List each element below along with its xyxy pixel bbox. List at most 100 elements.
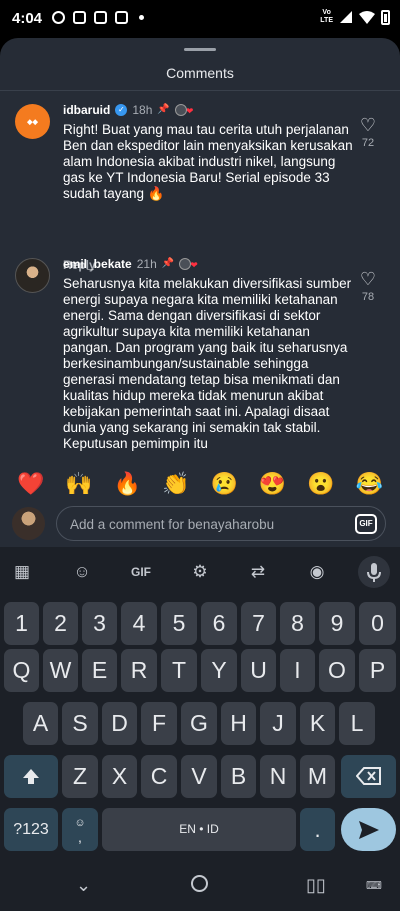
key-6[interactable]: 6 — [201, 602, 237, 645]
avatar[interactable]: ◆◆ — [15, 104, 50, 139]
signal-icon — [340, 11, 352, 23]
theme-palette-icon[interactable]: ◉ — [305, 560, 329, 584]
send-arrow-icon — [358, 821, 379, 839]
key-v[interactable]: V — [181, 755, 217, 798]
key-d[interactable]: D — [102, 702, 137, 745]
home-button[interactable] — [191, 875, 208, 892]
key-5[interactable]: 5 — [161, 602, 197, 645]
key-a[interactable]: A — [23, 702, 58, 745]
key-u[interactable]: U — [241, 649, 276, 692]
emoji-crying[interactable]: 😢 — [210, 471, 237, 497]
header-divider — [0, 90, 400, 91]
battery-icon — [381, 9, 390, 25]
key-q[interactable]: Q — [4, 649, 39, 692]
drag-handle[interactable] — [184, 48, 216, 51]
comment-text: Seharusnya kita melakukan diversifikasi … — [63, 276, 352, 451]
key-o[interactable]: O — [319, 649, 355, 692]
key-y[interactable]: Y — [201, 649, 237, 692]
emoji-raising-hands[interactable]: 🙌 — [65, 471, 92, 497]
like-button[interactable]: ♡ 78 — [356, 270, 380, 303]
comment-header: idbaruid ✓ 18h 📌 ❤ — [63, 102, 193, 117]
pin-icon: 📌 — [157, 104, 170, 115]
keyboard-switcher-icon[interactable]: ⌨ — [366, 879, 382, 892]
key-i[interactable]: I — [280, 649, 315, 692]
key-l[interactable]: L — [339, 702, 375, 745]
emoji-comma-key[interactable]: ☺ , — [62, 808, 98, 851]
emoji-fire[interactable]: 🔥 — [114, 471, 141, 497]
key-8[interactable]: 8 — [280, 602, 315, 645]
emoji-clapping[interactable]: 👏 — [162, 471, 189, 497]
key-9[interactable]: 9 — [319, 602, 355, 645]
recents-button[interactable]: ▯▯ — [306, 875, 326, 896]
avatar[interactable] — [15, 258, 50, 293]
apps-grid-icon[interactable]: ▦ — [10, 560, 34, 584]
key-3[interactable]: 3 — [82, 602, 117, 645]
key-e[interactable]: E — [82, 649, 117, 692]
status-time: 4:04 — [12, 10, 43, 27]
key-t[interactable]: T — [161, 649, 197, 692]
period-key[interactable]: . — [300, 808, 335, 851]
comment-time: 21h — [136, 256, 157, 271]
key-c[interactable]: C — [141, 755, 177, 798]
emoji-laughing[interactable]: 😂 — [356, 471, 383, 497]
comment-input[interactable]: Add a comment for benayaharobu GIF — [56, 506, 386, 541]
emoji-heart-eyes[interactable]: 😍 — [259, 471, 286, 497]
key-n[interactable]: N — [260, 755, 296, 798]
send-key[interactable] — [341, 808, 396, 851]
voice-input-button[interactable] — [358, 556, 390, 588]
key-r[interactable]: R — [121, 649, 157, 692]
key-p[interactable]: P — [359, 649, 396, 692]
gif-button[interactable]: GIF — [355, 514, 377, 534]
key-1[interactable]: 1 — [4, 602, 39, 645]
like-button[interactable]: ♡ 72 — [356, 116, 380, 149]
creator-avatar-icon — [174, 103, 187, 116]
heart-outline-icon: ♡ — [359, 115, 377, 135]
hide-keyboard-icon[interactable]: ⌄ — [76, 875, 91, 896]
quick-emoji-bar: ❤️ 🙌 🔥 👏 😢 😍 😮 😂 — [0, 471, 400, 497]
comment-username[interactable]: emil_bekate — [63, 257, 132, 271]
navigation-bar: ⌄ ▯▯ ⌨ — [0, 859, 400, 911]
key-0[interactable]: 0 — [359, 602, 396, 645]
sheet-title: Comments — [166, 65, 234, 81]
keyboard: ▦ ☺ GIF ⚙ ⇄ ◉ 1 2 3 4 5 6 7 8 9 0 Q W E … — [0, 547, 400, 859]
key-2[interactable]: 2 — [43, 602, 78, 645]
settings-gear-icon[interactable]: ⚙ — [188, 560, 212, 584]
key-k[interactable]: K — [300, 702, 335, 745]
creator-liked-heart-icon: ❤ — [185, 106, 194, 116]
key-z[interactable]: Z — [62, 755, 98, 798]
key-s[interactable]: S — [62, 702, 98, 745]
shift-key[interactable] — [4, 755, 58, 798]
key-h[interactable]: H — [221, 702, 256, 745]
space-bar[interactable]: EN • ID — [102, 808, 296, 851]
translate-icon[interactable]: ⇄ — [246, 560, 270, 584]
key-f[interactable]: F — [141, 702, 177, 745]
key-x[interactable]: X — [102, 755, 137, 798]
comment-header: emil_bekate 21h 📌 ❤ — [63, 256, 198, 271]
comments-sheet: Comments ◆◆ idbaruid ✓ 18h 📌 ❤ Right! Bu… — [0, 38, 400, 547]
creator-liked-heart-icon: ❤ — [190, 260, 198, 270]
creator-avatar-icon — [179, 257, 192, 270]
emoji-surprised[interactable]: 😮 — [307, 471, 334, 497]
symbols-key[interactable]: ?123 — [4, 808, 58, 851]
key-4[interactable]: 4 — [121, 602, 157, 645]
sticker-icon[interactable]: ☺ — [70, 560, 94, 584]
pin-icon: 📌 — [161, 258, 175, 269]
backspace-key[interactable] — [341, 755, 396, 798]
verified-badge-icon: ✓ — [115, 103, 128, 116]
key-7[interactable]: 7 — [241, 602, 276, 645]
comma-label: , — [78, 829, 82, 845]
key-m[interactable]: M — [300, 755, 335, 798]
key-w[interactable]: W — [43, 649, 78, 692]
more-notifications-dot — [139, 15, 144, 20]
gif-toolbar-button[interactable]: GIF — [126, 560, 156, 584]
comment-username[interactable]: idbaruid — [63, 103, 110, 117]
emoji-heart[interactable]: ❤️ — [17, 471, 44, 497]
status-bar: 4:04 Vo LTE — [0, 0, 400, 36]
my-avatar — [12, 507, 45, 540]
volte-indicator: Vo LTE — [320, 9, 333, 24]
key-b[interactable]: B — [221, 755, 256, 798]
wifi-icon — [359, 10, 375, 24]
instagram-notification-icon-2 — [115, 11, 128, 24]
key-j[interactable]: J — [260, 702, 296, 745]
key-g[interactable]: G — [181, 702, 217, 745]
